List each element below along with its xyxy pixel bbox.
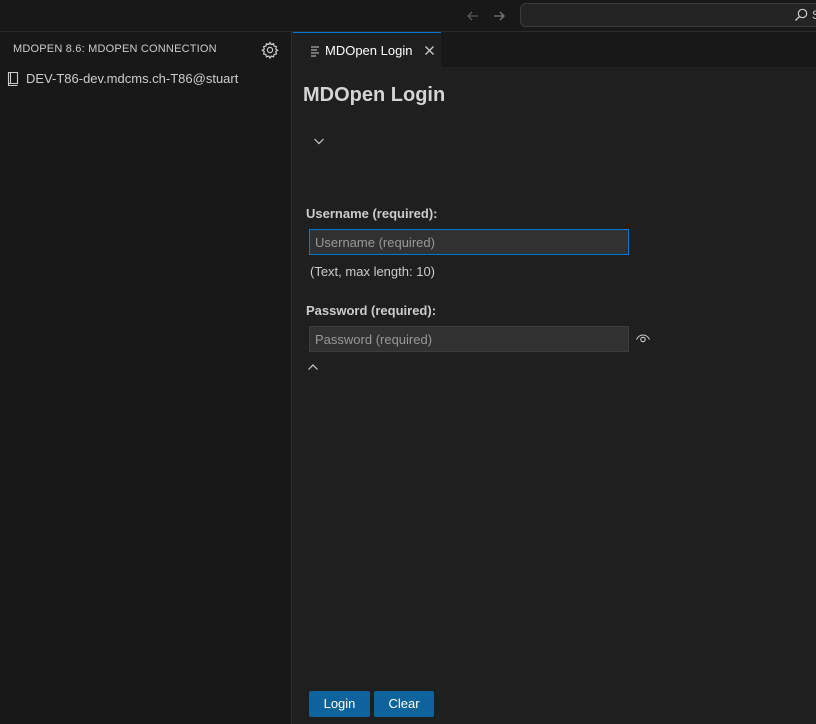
arrow-left-icon[interactable] [463,6,483,26]
title-bar: S [0,0,816,32]
book-icon [6,71,20,87]
eye-icon[interactable] [635,330,651,346]
command-center-text: S [812,8,816,22]
password-label: Password (required): [306,303,437,318]
search-icon [793,7,809,23]
gear-icon[interactable] [260,40,280,60]
username-hint: (Text, max length: 10) [310,264,435,279]
page-title: MDOpen Login [303,84,446,106]
chevron-down-icon[interactable] [312,134,326,148]
login-form: MDOpen Login Username (required): (Text,… [293,67,816,724]
sidebar-title: MDOPEN 8.6: MDOPEN CONNECTION [13,43,217,55]
username-field[interactable] [309,229,629,255]
sidebar-item-label: DEV-T86-dev.mdcms.ch-T86@stuart [26,71,239,86]
chevron-up-icon[interactable] [306,360,320,374]
tab-mdopen-login[interactable]: MDOpen Login [293,32,441,67]
sidebar: MDOPEN 8.6: MDOPEN CONNECTION DEV-T86-de… [0,32,292,724]
sidebar-item-connection[interactable]: DEV-T86-dev.mdcms.ch-T86@stuart [0,68,292,90]
command-center-search[interactable]: S [520,3,816,27]
tab-label: MDOpen Login [325,43,413,58]
arrow-right-icon[interactable] [489,6,509,26]
preview-icon [310,44,320,57]
login-button[interactable]: Login [309,691,370,717]
username-label: Username (required): [306,206,438,221]
tab-bar: MDOpen Login [293,32,816,67]
close-icon[interactable] [423,44,436,57]
password-field[interactable] [309,326,629,352]
clear-button[interactable]: Clear [374,691,434,717]
